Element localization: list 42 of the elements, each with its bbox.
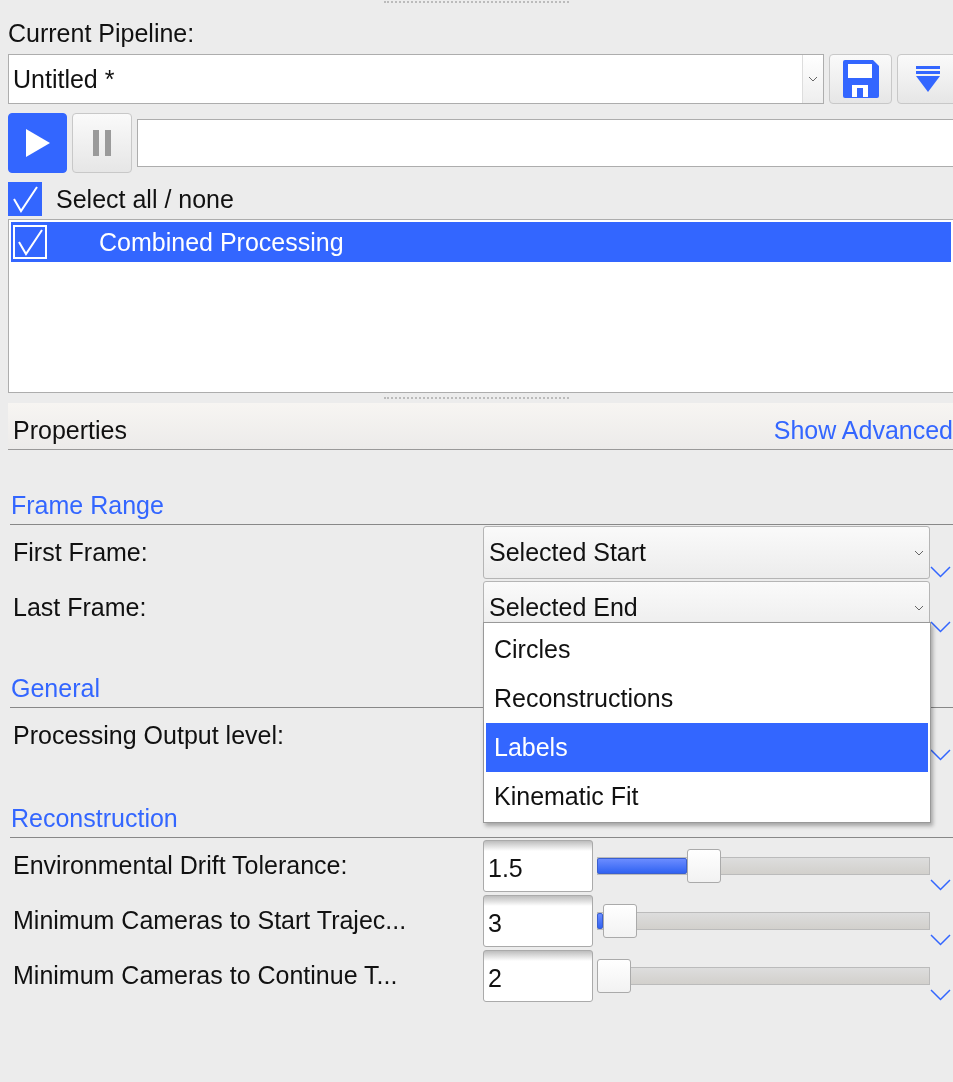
chevron-icon[interactable] <box>930 934 951 946</box>
number-field[interactable]: 2 <box>483 949 593 1002</box>
pipeline-combo[interactable]: Untitled * <box>8 54 824 104</box>
property-label: Environmental Drift Tolerance: <box>13 851 349 880</box>
triangle-icon <box>914 65 941 93</box>
checkbox[interactable] <box>13 225 47 259</box>
chevron-icon[interactable] <box>930 566 951 578</box>
slider-handle[interactable] <box>602 903 637 938</box>
progress-field[interactable] <box>137 119 953 167</box>
property-label: First Frame: <box>13 538 149 567</box>
property-label: Processing Output level: <box>13 721 285 750</box>
checkbox[interactable] <box>8 182 42 216</box>
slider-handle[interactable] <box>686 848 721 883</box>
chevron-icon[interactable] <box>930 621 951 633</box>
play-icon <box>24 128 51 158</box>
caret-icon <box>913 549 924 556</box>
chevron-icon[interactable] <box>930 879 951 891</box>
show-advanced-link[interactable]: Show Advanced <box>773 416 953 445</box>
number-field[interactable]: 1.5 <box>483 839 593 892</box>
select-all-label: Select all / none <box>56 184 234 214</box>
property-combo[interactable]: Selected Start <box>483 526 930 579</box>
chevron-icon[interactable] <box>930 989 951 1001</box>
number-field[interactable]: 3 <box>483 894 593 947</box>
property-label: Minimum Cameras to Continue T... <box>13 961 399 990</box>
pipeline-label: Current Pipeline: <box>8 18 196 49</box>
properties-title: Properties <box>13 416 127 445</box>
menu-item[interactable]: Labels <box>486 723 928 772</box>
menu-button[interactable] <box>897 54 953 104</box>
section-title: Frame Range <box>10 492 953 525</box>
pipeline-step[interactable]: Combined Processing <box>11 222 951 262</box>
slider-fill <box>597 912 603 929</box>
chevron-icon[interactable] <box>930 749 951 761</box>
property-label: Last Frame: <box>13 593 148 622</box>
pause-icon <box>92 130 112 156</box>
slider-handle[interactable] <box>597 958 631 993</box>
caret-icon <box>808 76 818 82</box>
property-label: Minimum Cameras to Start Trajec... <box>13 906 408 935</box>
section-title: Reconstruction <box>10 805 953 838</box>
pause-button[interactable] <box>72 113 132 173</box>
save-button[interactable] <box>829 54 892 104</box>
caret-icon <box>913 604 924 611</box>
play-button[interactable] <box>8 113 67 173</box>
